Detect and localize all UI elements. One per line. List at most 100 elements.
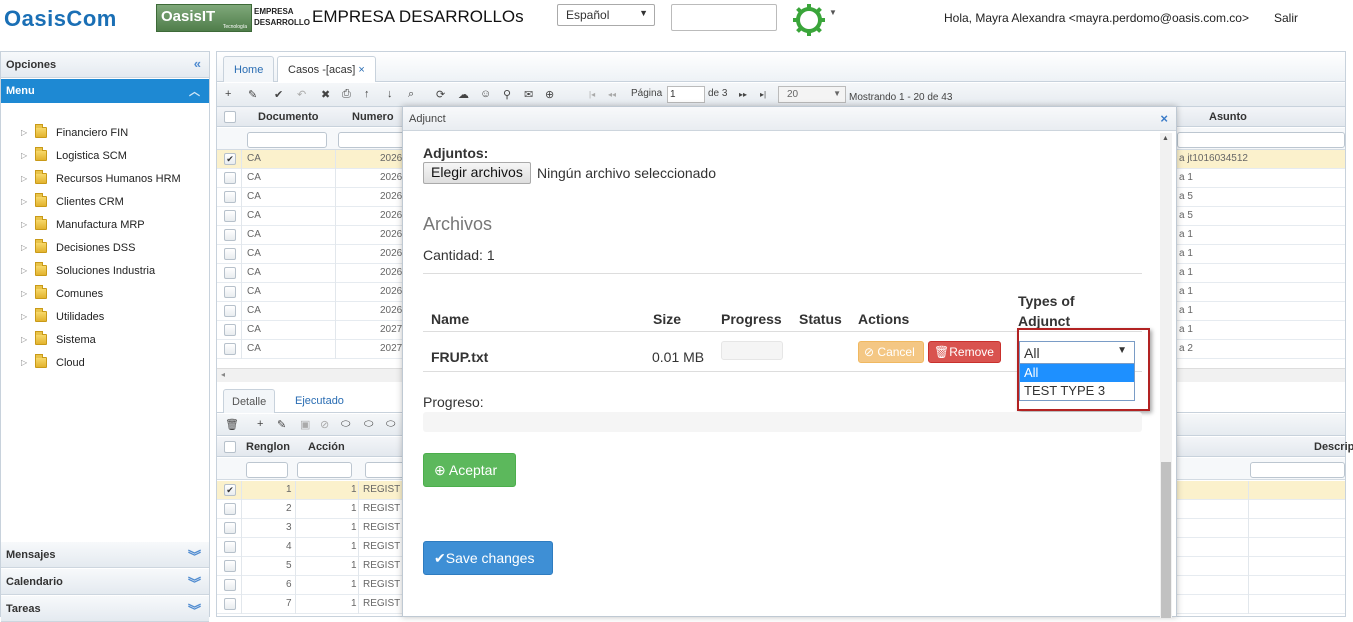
modal-scrollbar[interactable]: ▲	[1160, 133, 1172, 618]
arrow-down-icon[interactable]: ↓	[387, 88, 393, 100]
col-asunto[interactable]: Asunto	[1209, 111, 1247, 123]
aceptar-button[interactable]: ⊕ Aceptar	[423, 453, 516, 487]
tab-casos[interactable]: Casos -[acas] ×	[277, 56, 376, 82]
tab-detalle[interactable]: Detalle	[223, 389, 276, 413]
delete-icon[interactable]: ✖	[321, 88, 330, 101]
row-checkbox[interactable]: ✔	[224, 153, 236, 165]
row-checkbox[interactable]	[224, 598, 236, 610]
sidebar-mensajes-header[interactable]: Mensajes ︾	[1, 542, 209, 568]
row-checkbox[interactable]	[224, 172, 236, 184]
filter-documento[interactable]	[247, 132, 327, 148]
print-icon[interactable]: ⎙	[342, 88, 351, 101]
add-icon[interactable]: +	[225, 88, 231, 100]
undo-icon[interactable]: ↶	[297, 88, 306, 101]
sidebar-item[interactable]: ▷ Cloud	[21, 351, 181, 374]
col-documento[interactable]: Documento	[258, 111, 319, 123]
row-checkbox[interactable]	[224, 560, 236, 572]
sidebar-tareas-header[interactable]: Tareas ︾	[1, 596, 209, 622]
header-search-input[interactable]	[671, 4, 777, 31]
sidebar-item[interactable]: ▷ Soluciones Industria	[21, 259, 181, 282]
filter-descrip[interactable]	[1250, 462, 1345, 478]
cancel-button[interactable]: ⊘ Cancel	[858, 341, 924, 363]
plus-circle-icon[interactable]: ⊕	[545, 88, 554, 101]
sidebar-opciones-header[interactable]: Opciones «	[1, 52, 209, 78]
sidebar-menu-header[interactable]: Menu ︿	[1, 79, 209, 103]
expand-triangle-icon[interactable]: ▷	[21, 358, 35, 367]
expand-triangle-icon[interactable]: ▷	[21, 266, 35, 275]
arrow-up-icon[interactable]: ↑	[364, 88, 370, 100]
pin-icon[interactable]: ⚲	[503, 88, 511, 101]
col-numero[interactable]: Numero	[352, 111, 394, 123]
filter-numero[interactable]	[338, 132, 408, 148]
gear-menu-caret-icon[interactable]: ▼	[829, 8, 837, 17]
scroll-left-icon[interactable]: ◂	[221, 370, 225, 379]
user-icon[interactable]: ☺	[480, 88, 491, 100]
next-page-icon[interactable]: ▸▸	[739, 90, 747, 99]
row-checkbox[interactable]	[224, 191, 236, 203]
page-size-select[interactable]: 20 ▼	[778, 86, 846, 103]
filter-renglon[interactable]	[246, 462, 288, 478]
row-checkbox[interactable]	[224, 503, 236, 515]
sidebar-item[interactable]: ▷ Logistica SCM	[21, 144, 181, 167]
row-checkbox[interactable]	[224, 522, 236, 534]
add-icon[interactable]: +	[257, 418, 263, 430]
sidebar-item[interactable]: ▷ Comunes	[21, 282, 181, 305]
expand-down-icon[interactable]: ︾	[188, 546, 201, 565]
row-checkbox[interactable]	[224, 248, 236, 260]
gear-icon[interactable]	[792, 3, 826, 37]
filter-asunto[interactable]	[1177, 132, 1345, 148]
search-icon[interactable]: ⌕	[408, 88, 414, 101]
sidebar-item[interactable]: ▷ Recursos Humanos HRM	[21, 167, 181, 190]
sidebar-calendario-header[interactable]: Calendario ︾	[1, 569, 209, 595]
row-checkbox[interactable]	[224, 286, 236, 298]
row-checkbox[interactable]	[224, 343, 236, 355]
choose-files-button[interactable]: Elegir archivos	[423, 162, 531, 184]
expand-triangle-icon[interactable]: ▷	[21, 335, 35, 344]
pill-icon[interactable]: ⬭	[341, 418, 350, 431]
expand-triangle-icon[interactable]: ▷	[21, 128, 35, 137]
filter-accion[interactable]	[297, 462, 352, 478]
expand-triangle-icon[interactable]: ▷	[21, 174, 35, 183]
expand-triangle-icon[interactable]: ▷	[21, 151, 35, 160]
col-renglon[interactable]: Renglon	[246, 441, 290, 453]
row-checkbox[interactable]: ✔	[224, 484, 236, 496]
sidebar-item[interactable]: ▷ Manufactura MRP	[21, 213, 181, 236]
expand-triangle-icon[interactable]: ▷	[21, 243, 35, 252]
row-checkbox[interactable]	[224, 541, 236, 553]
first-page-icon[interactable]: |◂	[589, 90, 595, 99]
type-option-test-type-3[interactable]: TEST TYPE 3	[1020, 382, 1134, 400]
collapse-left-icon[interactable]: «	[194, 56, 201, 71]
sidebar-item[interactable]: ▷ Financiero FIN	[21, 121, 181, 144]
last-page-icon[interactable]: ▸|	[760, 90, 766, 99]
tab-home[interactable]: Home	[223, 56, 275, 82]
page-input[interactable]: 1	[667, 86, 705, 103]
row-checkbox[interactable]	[224, 305, 236, 317]
sidebar-item[interactable]: ▷ Clientes CRM	[21, 190, 181, 213]
mail-icon[interactable]: ✉	[524, 88, 533, 101]
col-descrip[interactable]: Descrip	[1314, 441, 1353, 453]
trash-icon[interactable]: 🗑	[225, 418, 239, 431]
language-select[interactable]: Español ▼	[557, 4, 655, 26]
close-icon[interactable]: ×	[358, 64, 364, 76]
expand-down-icon[interactable]: ︾	[188, 600, 201, 619]
expand-triangle-icon[interactable]: ▷	[21, 289, 35, 298]
scroll-up-icon[interactable]: ▲	[1162, 135, 1169, 142]
comment-icon[interactable]: ☁	[458, 88, 469, 101]
remove-button[interactable]: 🗑Remove	[928, 341, 1001, 363]
col-accion[interactable]: Acción	[308, 441, 345, 453]
sidebar-item[interactable]: ▷ Decisiones DSS	[21, 236, 181, 259]
type-option-all[interactable]: All	[1020, 364, 1134, 382]
save-changes-button[interactable]: ✔Save changes	[423, 541, 553, 575]
sidebar-item[interactable]: ▷ Sistema	[21, 328, 181, 351]
select-all-checkbox[interactable]	[224, 441, 236, 453]
edit-icon[interactable]: ✎	[277, 418, 286, 431]
close-icon[interactable]: ×	[1160, 111, 1168, 126]
row-checkbox[interactable]	[224, 324, 236, 336]
prev-page-icon[interactable]: ◂◂	[608, 90, 616, 99]
save-icon[interactable]: ▣	[300, 418, 310, 431]
expand-triangle-icon[interactable]: ▷	[21, 312, 35, 321]
sidebar-item[interactable]: ▷ Utilidades	[21, 305, 181, 328]
type-select[interactable]: All ▼	[1019, 341, 1135, 364]
pill-icon[interactable]: ⬭	[386, 418, 395, 431]
expand-triangle-icon[interactable]: ▷	[21, 197, 35, 206]
